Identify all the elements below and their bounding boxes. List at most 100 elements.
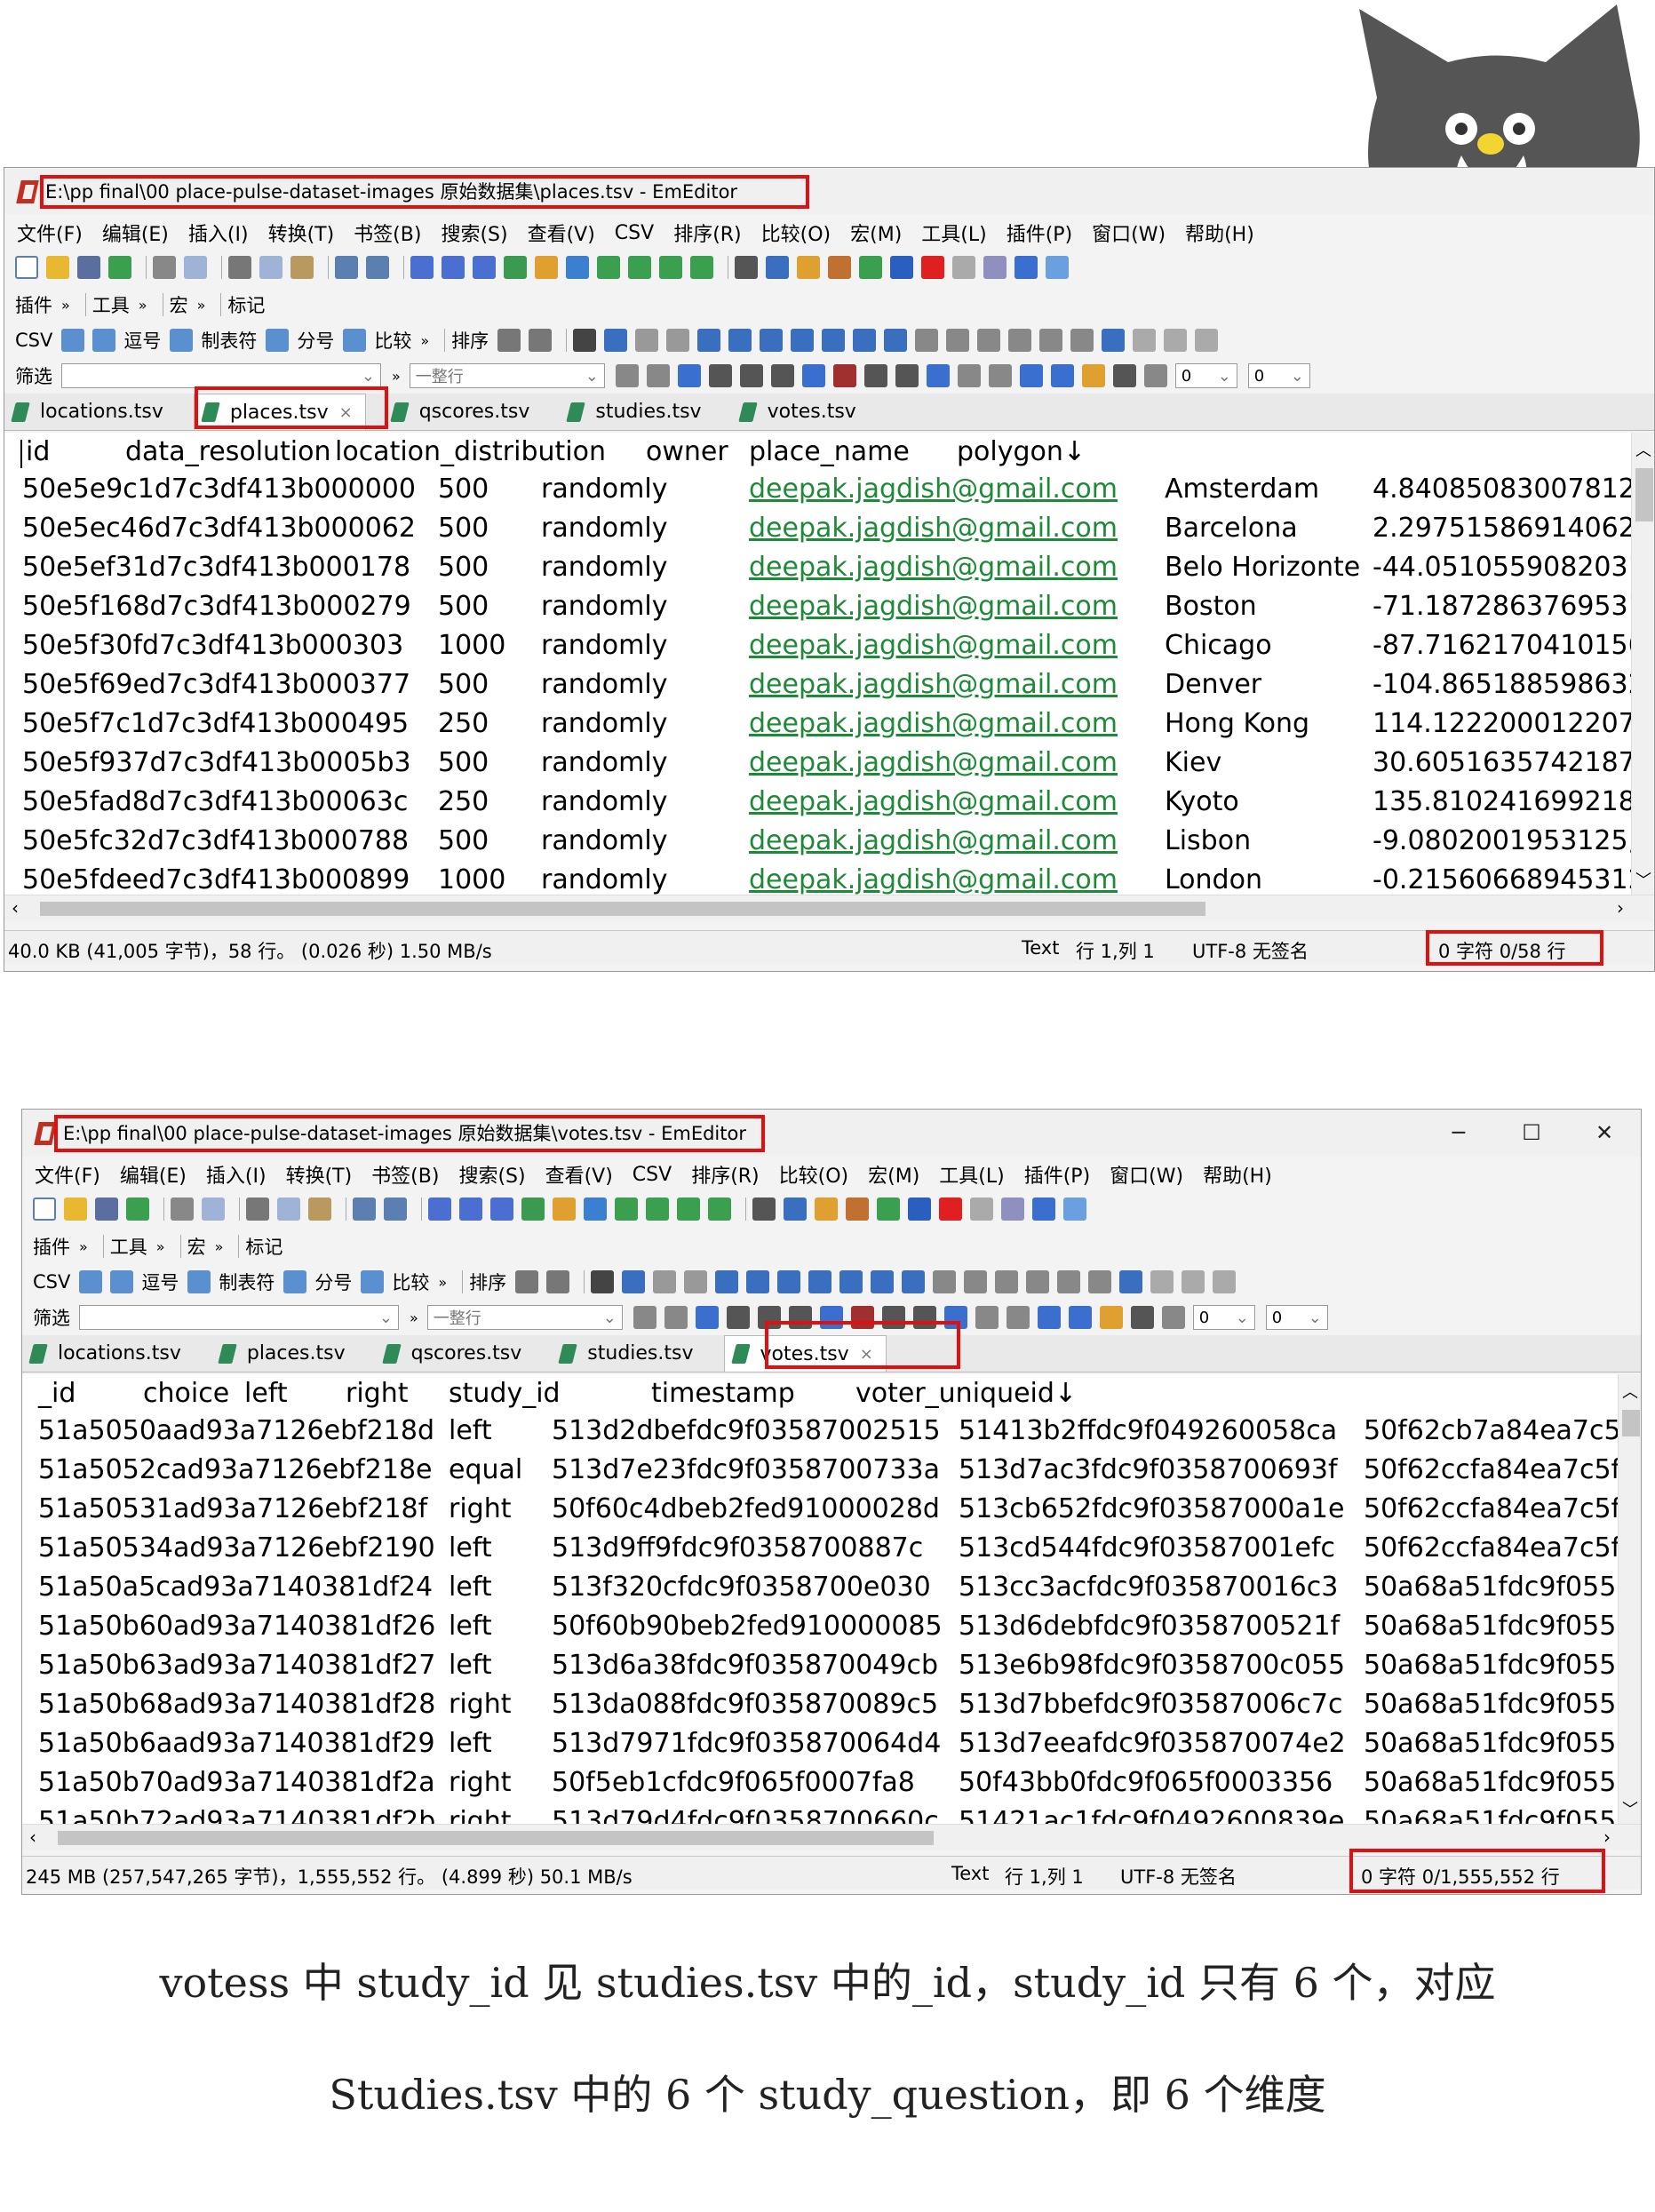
match-case-icon[interactable] bbox=[708, 364, 732, 387]
menu-csv[interactable]: CSV bbox=[615, 222, 654, 244]
minimize-icon[interactable]: ─ bbox=[1422, 1110, 1495, 1156]
scroll-right-icon[interactable]: › bbox=[1603, 1826, 1611, 1848]
find-prev-icon[interactable] bbox=[490, 1198, 513, 1221]
macro-label[interactable]: 宏 bbox=[187, 1233, 206, 1260]
wrench-icon[interactable] bbox=[573, 329, 597, 352]
macro-edit-icon[interactable] bbox=[1001, 1198, 1024, 1221]
sort-label[interactable]: 排序 bbox=[469, 1269, 506, 1295]
explorer-icon[interactable] bbox=[784, 1198, 807, 1221]
menu-bookmarks[interactable]: 书签(B) bbox=[371, 1160, 439, 1189]
sort-desc-icon[interactable] bbox=[728, 329, 752, 352]
owner-email-link[interactable]: deepak.jagdish@gmail.com bbox=[749, 591, 1118, 622]
run-macro-icon[interactable] bbox=[970, 1198, 993, 1221]
paste-icon[interactable] bbox=[308, 1198, 331, 1221]
csv-mode-icon[interactable] bbox=[597, 256, 620, 279]
dropdown-arrow-icon[interactable]: ⌄ bbox=[362, 367, 375, 386]
sort-settings-icon[interactable] bbox=[546, 1270, 570, 1293]
dropdown-arrow-icon[interactable]: ⌄ bbox=[379, 1309, 393, 1327]
undo-icon[interactable] bbox=[353, 1198, 376, 1221]
marker-label[interactable]: 标记 bbox=[227, 291, 265, 318]
record-macro-icon[interactable] bbox=[921, 256, 944, 279]
checklist-icon[interactable] bbox=[877, 1198, 900, 1221]
numbering-icon[interactable] bbox=[890, 256, 913, 279]
text-editor[interactable]: _id choice left right study_id timestamp… bbox=[22, 1374, 1618, 1824]
cut-icon[interactable] bbox=[246, 1198, 269, 1221]
numbering-icon[interactable] bbox=[908, 1198, 931, 1221]
font-icon[interactable] bbox=[832, 364, 856, 387]
menu-insert[interactable]: 插入(I) bbox=[188, 219, 249, 247]
grid-icon[interactable] bbox=[946, 329, 970, 352]
clear-filter-icon[interactable] bbox=[646, 364, 670, 387]
comma-label[interactable]: 逗号 bbox=[141, 1269, 179, 1295]
dropdown-arrow-icon[interactable]: ⌄ bbox=[603, 1309, 617, 1327]
list-icon[interactable] bbox=[1006, 1306, 1030, 1329]
scroll-right-icon[interactable]: › bbox=[1617, 897, 1624, 919]
sort-num-desc-icon[interactable] bbox=[791, 329, 815, 352]
filter-input[interactable]: ⌄ bbox=[61, 363, 381, 388]
tools-icon[interactable] bbox=[1046, 256, 1069, 279]
compare-icon[interactable] bbox=[343, 329, 367, 352]
notes-icon[interactable] bbox=[957, 364, 981, 387]
menu-window[interactable]: 窗口(W) bbox=[1110, 1160, 1183, 1189]
comma-icon[interactable] bbox=[110, 1270, 134, 1293]
owner-email-link[interactable]: deepak.jagdish@gmail.com bbox=[749, 864, 1118, 895]
sort-len-desc-icon[interactable] bbox=[871, 1270, 895, 1293]
bookmark-filter-icon[interactable] bbox=[1143, 364, 1167, 387]
properties-icon[interactable] bbox=[846, 1198, 869, 1221]
compare-cells-icon[interactable] bbox=[1133, 329, 1157, 352]
columns-icon[interactable] bbox=[622, 1270, 646, 1293]
sync-scroll-icon[interactable] bbox=[628, 256, 651, 279]
tab-delim-icon[interactable] bbox=[170, 329, 194, 352]
join-icon[interactable] bbox=[977, 329, 1001, 352]
menu-file[interactable]: 文件(F) bbox=[35, 1160, 100, 1189]
explorer-icon[interactable] bbox=[766, 256, 789, 279]
tab-label[interactable]: 制表符 bbox=[219, 1269, 275, 1295]
format-icon[interactable] bbox=[1039, 329, 1063, 352]
context-after-stepper[interactable]: 0 ⌄ bbox=[1247, 363, 1310, 388]
columns-icon[interactable] bbox=[604, 329, 628, 352]
menu-view[interactable]: 查看(V) bbox=[528, 219, 595, 247]
csv-label[interactable]: CSV bbox=[15, 330, 52, 351]
fill-icon[interactable] bbox=[1213, 1270, 1237, 1293]
clear-format-icon[interactable] bbox=[926, 364, 950, 387]
escape-icon[interactable] bbox=[757, 1306, 781, 1329]
replace-icon[interactable] bbox=[504, 256, 527, 279]
new-file-icon[interactable] bbox=[33, 1198, 56, 1221]
redo-icon[interactable] bbox=[384, 1198, 407, 1221]
semicolon-label[interactable]: 分号 bbox=[314, 1269, 352, 1295]
cut-icon[interactable] bbox=[228, 256, 251, 279]
checklist-icon[interactable] bbox=[859, 256, 882, 279]
tab-locations[interactable]: locations.tsv bbox=[22, 1335, 194, 1372]
owner-email-link[interactable]: deepak.jagdish@gmail.com bbox=[749, 513, 1118, 544]
split-column-icon[interactable] bbox=[1026, 1270, 1050, 1293]
owner-email-link[interactable]: deepak.jagdish@gmail.com bbox=[749, 825, 1118, 856]
sort-num-asc-icon[interactable] bbox=[777, 1270, 801, 1293]
clear-filter-icon[interactable] bbox=[664, 1306, 688, 1329]
sort-settings-icon[interactable] bbox=[529, 329, 553, 352]
csv-mode-icon[interactable] bbox=[615, 1198, 638, 1221]
tab-label[interactable]: 制表符 bbox=[201, 327, 257, 354]
menu-tools[interactable]: 工具(L) bbox=[939, 1160, 1004, 1189]
sort-custom-icon[interactable] bbox=[902, 1270, 926, 1293]
advanced-filter-icon[interactable] bbox=[1112, 364, 1136, 387]
scroll-up-icon[interactable]: ︿ bbox=[1635, 438, 1651, 461]
redo-icon[interactable] bbox=[366, 256, 389, 279]
horizontal-scrollbar[interactable]: ‹ › bbox=[22, 1824, 1641, 1850]
position-status[interactable]: 行 1,列 1 bbox=[1005, 1863, 1084, 1890]
menu-insert[interactable]: 插入(I) bbox=[206, 1160, 267, 1189]
find-icon[interactable] bbox=[410, 256, 434, 279]
csv-icon[interactable] bbox=[61, 329, 85, 352]
match-case-icon[interactable] bbox=[726, 1306, 750, 1329]
clear-format-icon[interactable] bbox=[943, 1306, 967, 1329]
encoding-status[interactable]: UTF-8 无签名 bbox=[1192, 937, 1309, 964]
context-before-stepper[interactable]: 0 ⌄ bbox=[1192, 1305, 1255, 1330]
sort-len-desc-icon[interactable] bbox=[853, 329, 877, 352]
split-icon[interactable] bbox=[677, 1198, 700, 1221]
undo-icon[interactable] bbox=[335, 256, 358, 279]
find-prev-icon[interactable] bbox=[473, 256, 496, 279]
owner-email-link[interactable]: deepak.jagdish@gmail.com bbox=[749, 747, 1118, 778]
regex-icon[interactable] bbox=[788, 1306, 812, 1329]
menu-view[interactable]: 查看(V) bbox=[545, 1160, 613, 1189]
highlight-icon[interactable] bbox=[535, 256, 558, 279]
snippet-icon[interactable] bbox=[752, 1198, 776, 1221]
